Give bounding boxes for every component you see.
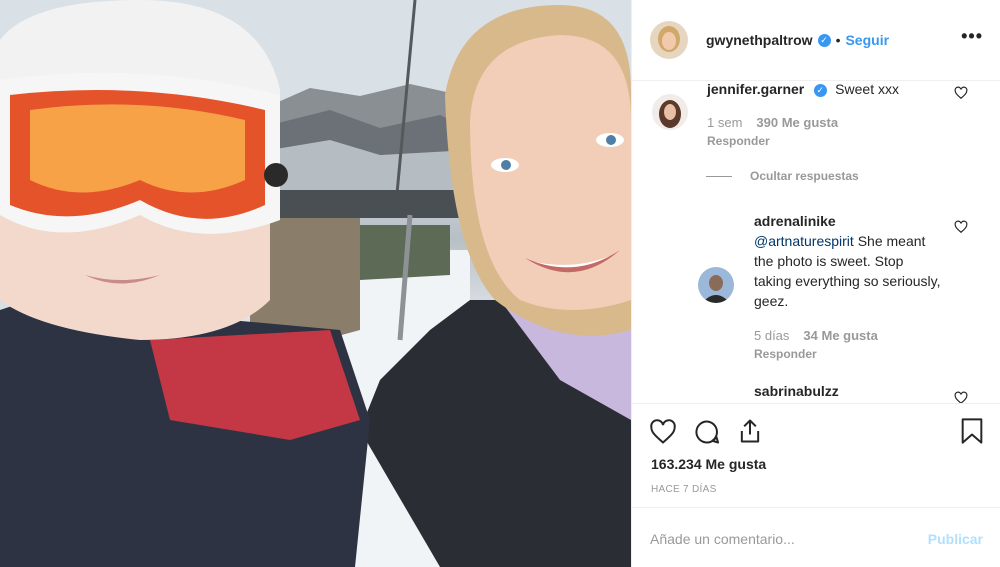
- add-comment-bar: Publicar: [632, 507, 1000, 567]
- comment-likes[interactable]: 34 Me gusta: [803, 328, 877, 343]
- post-side-panel: gwynethpaltrow ✓ • Seguir ••• jennifer.g…: [631, 0, 1000, 567]
- reply-button[interactable]: Responder: [707, 134, 770, 148]
- comment-age[interactable]: 5 días: [754, 328, 789, 343]
- comment-likes[interactable]: 390 Me gusta: [756, 115, 838, 130]
- hide-replies-toggle[interactable]: Ocultar respuestas: [706, 169, 859, 183]
- post-header: gwynethpaltrow ✓ • Seguir •••: [632, 0, 1000, 81]
- more-options-icon[interactable]: •••: [961, 27, 983, 45]
- post-actions: 163.234 Me gusta HACE 7 DÍAS: [632, 403, 1000, 507]
- likes-count[interactable]: 163.234 Me gusta: [651, 456, 766, 472]
- author-avatar[interactable]: [650, 21, 688, 59]
- comment-text: Sweet xxx: [835, 81, 899, 97]
- heart-icon[interactable]: [649, 418, 677, 446]
- comment-username[interactable]: sabrinabulzz: [754, 383, 839, 399]
- comment-meta: 5 días 34 Me gusta: [754, 328, 878, 343]
- publish-button[interactable]: Publicar: [928, 531, 983, 547]
- reply-button[interactable]: Responder: [754, 347, 817, 361]
- comment-icon[interactable]: [693, 418, 721, 446]
- comment-like-heart-icon[interactable]: [954, 86, 968, 100]
- instagram-post: gwynethpaltrow ✓ • Seguir ••• jennifer.g…: [0, 0, 1000, 567]
- comment-username[interactable]: jennifer.garner: [707, 81, 804, 97]
- selfie-image: [0, 0, 631, 567]
- comments-list[interactable]: jennifer.garner ✓ Sweet xxx 1 sem 390 Me …: [632, 81, 1000, 403]
- add-comment-input[interactable]: [650, 529, 900, 549]
- verified-badge-icon: ✓: [817, 33, 831, 47]
- comment-meta: 1 sem 390 Me gusta: [707, 115, 838, 130]
- separator-dot: •: [835, 32, 841, 48]
- post-timestamp[interactable]: HACE 7 DÍAS: [651, 484, 717, 495]
- hide-replies-line: [706, 175, 732, 177]
- bookmark-icon[interactable]: [959, 417, 985, 445]
- hide-replies-label: Ocultar respuestas: [750, 169, 859, 183]
- follow-button[interactable]: Seguir: [845, 32, 889, 48]
- post-photo[interactable]: [0, 0, 631, 567]
- comment-username[interactable]: adrenalinike: [754, 211, 944, 231]
- verified-badge-icon: ✓: [813, 84, 827, 97]
- author-username[interactable]: gwynethpaltrow: [706, 32, 813, 48]
- commenter-avatar[interactable]: [652, 94, 688, 130]
- share-icon[interactable]: [736, 417, 764, 445]
- comment-age[interactable]: 1 sem: [707, 115, 742, 130]
- comment-like-heart-icon[interactable]: [954, 220, 968, 234]
- comment-like-heart-icon[interactable]: [954, 391, 968, 403]
- commenter-avatar[interactable]: [698, 267, 734, 303]
- comment-mention[interactable]: @artnaturespirit: [754, 233, 854, 249]
